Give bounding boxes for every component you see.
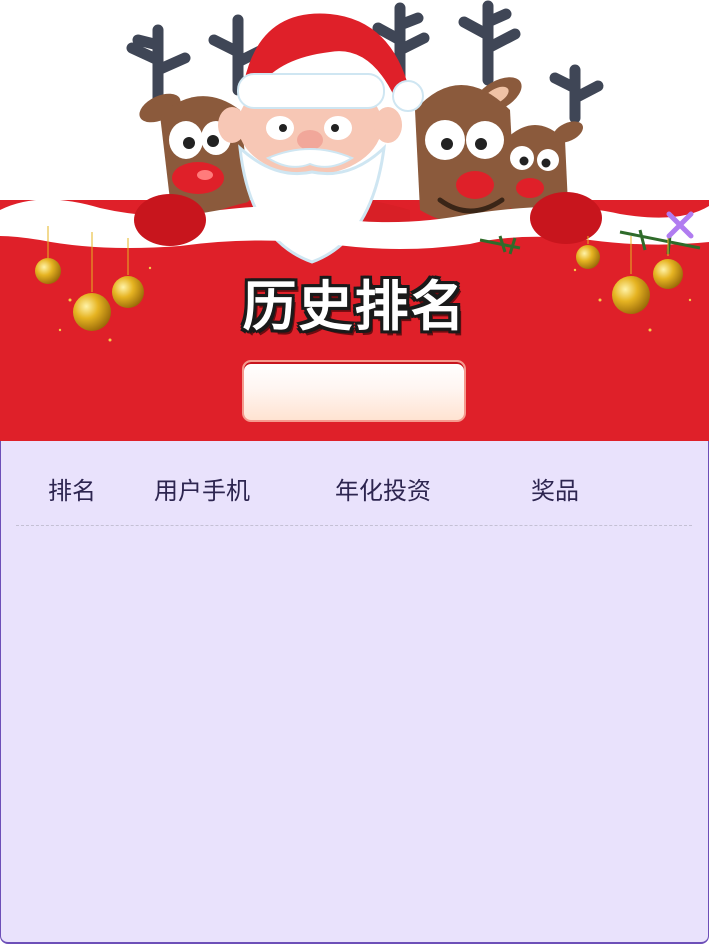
- column-header-annual-investment: 年化投资: [335, 477, 431, 505]
- column-header-user-phone: 用户手机: [154, 477, 250, 505]
- ranking-table-panel: 排名 用户手机 年化投资 奖品: [0, 441, 709, 944]
- ranking-history-modal: 历史排名 排名 用户手机 年化投资 奖品: [0, 0, 709, 946]
- table-header: 排名 用户手机 年化投资 奖品: [16, 471, 692, 526]
- close-x-icon: [666, 211, 694, 239]
- column-header-rank: 排名: [48, 477, 96, 505]
- close-button[interactable]: [664, 209, 696, 241]
- mitten-right: [530, 192, 602, 244]
- period-selector[interactable]: [242, 360, 466, 422]
- modal-title: 历史排名: [242, 275, 467, 338]
- mitten-left: [134, 194, 206, 246]
- column-header-prize: 奖品: [531, 477, 579, 505]
